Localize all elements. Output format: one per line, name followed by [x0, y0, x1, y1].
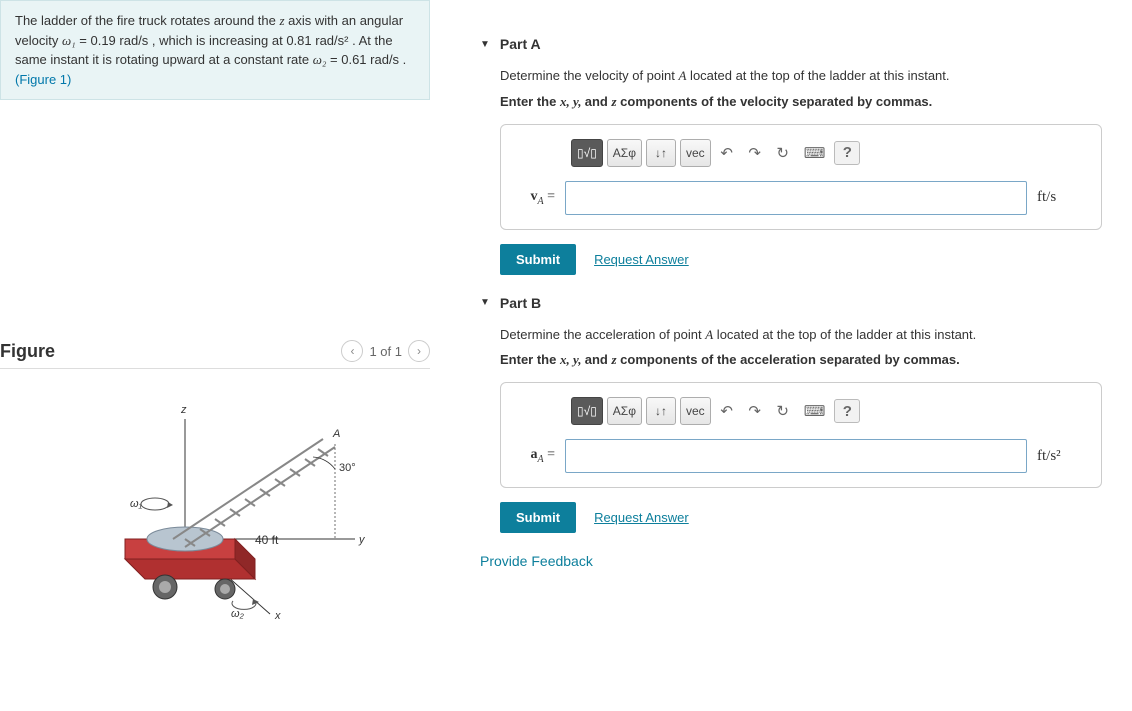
svg-text:x: x: [274, 610, 281, 619]
part-b-unit: ft/s²: [1037, 448, 1087, 465]
svg-text:z: z: [180, 404, 187, 416]
part-b-answer-box: ▯√▯ ΑΣφ ↓↑ vec ↶ ↷ ↻ ⌨ ? aA = ft/s²: [500, 382, 1102, 488]
text: , which is increasing at: [148, 33, 286, 48]
problem-statement: The ladder of the fire truck rotates aro…: [0, 0, 430, 100]
omega2-value: = 0.61 rad/s: [326, 52, 399, 67]
part-b-answer-input[interactable]: [565, 439, 1027, 473]
part-b-title: Part B: [500, 295, 541, 311]
svg-text:A: A: [332, 428, 340, 440]
part-a-answer-input[interactable]: [565, 181, 1027, 215]
greek-button[interactable]: ΑΣφ: [607, 397, 642, 425]
subscript-button[interactable]: ↓↑: [646, 139, 676, 167]
reset-button[interactable]: ↻: [771, 139, 795, 167]
vector-button[interactable]: vec: [680, 397, 711, 425]
undo-button[interactable]: ↶: [715, 397, 739, 425]
subscript-button[interactable]: ↓↑: [646, 397, 676, 425]
figure-image: z y x: [0, 379, 430, 619]
svg-text:ω₁: ω₁: [130, 498, 143, 510]
chevron-down-icon: ▼: [480, 297, 490, 308]
alpha-value: 0.81 rad/s²: [286, 33, 348, 48]
omega1-value: = 0.19 rad/s: [76, 33, 149, 48]
omega2-var: ω₂: [313, 52, 327, 67]
part-b-submit-button[interactable]: Submit: [500, 502, 576, 533]
part-a-instruction: Enter the x, y, and z components of the …: [500, 94, 1112, 110]
figure-counter: 1 of 1: [369, 344, 402, 359]
part-a-prompt: Determine the velocity of point A locate…: [500, 66, 1112, 86]
part-b-variable-label: aA =: [515, 447, 555, 465]
figure-title: Figure: [0, 341, 55, 362]
part-a-title: Part A: [500, 36, 541, 52]
greek-button[interactable]: ΑΣφ: [607, 139, 642, 167]
part-b-prompt: Determine the acceleration of point A lo…: [500, 325, 1112, 345]
part-a-unit: ft/s: [1037, 189, 1087, 206]
part-b-header[interactable]: ▼ Part B: [480, 295, 1112, 311]
help-button[interactable]: ?: [834, 399, 860, 423]
part-a-answer-box: ▯√▯ ΑΣφ ↓↑ vec ↶ ↷ ↻ ⌨ ? vA = ft/s: [500, 124, 1102, 230]
figure-header: Figure ‹ 1 of 1 ›: [0, 340, 430, 369]
undo-button[interactable]: ↶: [715, 139, 739, 167]
part-a-submit-button[interactable]: Submit: [500, 244, 576, 275]
figure-link[interactable]: (Figure 1): [15, 72, 71, 87]
part-b-toolbar: ▯√▯ ΑΣφ ↓↑ vec ↶ ↷ ↻ ⌨ ?: [571, 397, 1087, 425]
svg-text:40 ft: 40 ft: [255, 533, 279, 547]
redo-button[interactable]: ↷: [743, 397, 767, 425]
help-button[interactable]: ?: [834, 141, 860, 165]
provide-feedback-link[interactable]: Provide Feedback: [480, 553, 1112, 569]
text: The ladder of the fire truck rotates aro…: [15, 13, 279, 28]
part-b-request-answer-link[interactable]: Request Answer: [594, 510, 689, 525]
svg-text:ω₂: ω₂: [231, 608, 245, 619]
part-b-instruction: Enter the x, y, and z components of the …: [500, 352, 1112, 368]
part-a-variable-label: vA =: [515, 189, 555, 207]
omega1-var: ω₁: [62, 33, 76, 48]
figure-next-button[interactable]: ›: [408, 340, 430, 362]
keyboard-button[interactable]: ⌨: [799, 397, 831, 425]
svg-text:y: y: [358, 534, 366, 546]
part-a-request-answer-link[interactable]: Request Answer: [594, 252, 689, 267]
vector-button[interactable]: vec: [680, 139, 711, 167]
chevron-down-icon: ▼: [480, 39, 490, 50]
text: .: [399, 52, 406, 67]
part-a-header[interactable]: ▼ Part A: [480, 36, 1112, 52]
keyboard-button[interactable]: ⌨: [799, 139, 831, 167]
part-a-toolbar: ▯√▯ ΑΣφ ↓↑ vec ↶ ↷ ↻ ⌨ ?: [571, 139, 1087, 167]
figure-prev-button[interactable]: ‹: [341, 340, 363, 362]
template-button[interactable]: ▯√▯: [571, 139, 603, 167]
redo-button[interactable]: ↷: [743, 139, 767, 167]
template-button[interactable]: ▯√▯: [571, 397, 603, 425]
reset-button[interactable]: ↻: [771, 397, 795, 425]
svg-text:30°: 30°: [339, 462, 356, 474]
